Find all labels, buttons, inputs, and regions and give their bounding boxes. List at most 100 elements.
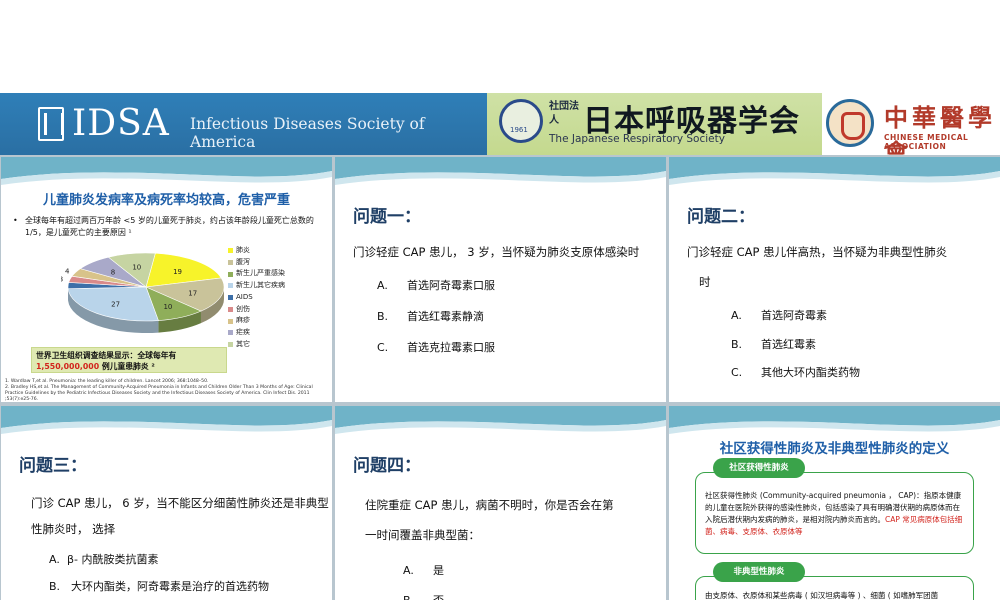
option-letter: A. [403,564,414,577]
question-text-line-2: 一时间覆盖非典型菌： [365,528,480,542]
slide-wave-decoration [335,157,666,185]
slide-title: 儿童肺炎发病率及病死率均较高，危害严重 [42,193,290,208]
question-text-line-1: 门诊 CAP 患儿， 6 岁，当不能区分细菌性肺炎还是非典型 [31,496,329,510]
slide-question-1[interactable]: 问题一： 门诊轻症 CAP 患儿， 3 岁，当怀疑为肺炎支原体感染时 A. 首选阿… [335,157,666,402]
legend-swatch [228,248,233,254]
question-title: 问题二： [687,207,755,227]
pie-data-label-3: 27 [111,300,120,308]
legend-item: 腹泻 [228,257,285,269]
option-text: β- 内酰胺类抗菌素 [67,553,159,566]
slide-grid: 儿童肺炎发病率及病死率均较高，危害严重 全球每年有超过两百万年龄 <5 岁的儿童… [0,155,1000,600]
option-b: B. 首选红霉素静滴 [377,308,484,324]
jrs-english-name: The Japanese Respiratory Society [549,133,725,145]
legend-label: 腹泻 [236,257,250,266]
cma-seal-icon [826,99,874,147]
pie-data-label-5: 3 [61,275,63,283]
question-title: 问题三： [19,456,87,476]
idsa-emblem-icon [38,107,64,141]
idsa-logo-text: IDSA [72,103,170,144]
slide-wave-decoration [335,406,666,434]
jrs-banner: 社団法人 日本呼吸器学会 The Japanese Respiratory So… [487,93,822,155]
option-letter: B. [731,338,743,351]
pie-chart: 19171027334810 [61,252,225,333]
legend-label: 疟疾 [236,327,250,336]
legend-swatch [228,260,233,266]
option-text: 首选红霉素静滴 [407,310,484,323]
legend-item: AIDS [228,292,285,304]
option-letter: B. [49,580,61,593]
option-text: 否 [433,594,444,600]
option-a: A. 是 [403,562,444,578]
atypical-tag: 非典型性肺炎 [713,562,805,582]
option-letter: A. [377,279,388,292]
legend-label: 其它 [236,339,250,348]
pie-data-label-8: 10 [132,263,141,271]
option-text: 大环内酯类，阿奇霉素是治疗的首选药物 [71,580,269,593]
legend-swatch [228,330,233,336]
legend-swatch [228,306,233,312]
option-c: C. 首选克拉霉素口服 [377,339,495,355]
header-banner: IDSA Infectious Diseases Society of Amer… [0,93,1000,167]
slide-wave-decoration [669,157,1000,185]
question-text: 门诊轻症 CAP 患儿， 3 岁，当怀疑为肺炎支原体感染时 [353,245,640,259]
cma-banner: 中華醫學會 CHINESE MEDICAL ASSOCIATION [822,93,1000,167]
legend-item: 创伤 [228,304,285,316]
option-letter: B. [377,310,389,323]
legend-item: 其它 [228,339,285,351]
option-text: 首选克拉霉素口服 [407,341,495,354]
legend-item: 新生儿其它疾病 [228,280,285,292]
slide-title: 社区获得性肺炎及非典型性肺炎的定义 [719,441,950,457]
option-a: A. 首选阿奇霉素口服 [377,277,495,293]
jrs-small-label: 社団法人 [549,101,579,126]
slide-question-3[interactable]: 问题三： 门诊 CAP 患儿， 6 岁，当不能区分细菌性肺炎还是非典型 性肺炎时… [1,406,332,600]
option-b: B. 首选红霉素 [731,336,816,352]
legend-swatch [228,318,233,324]
slide-question-2[interactable]: 问题二： 门诊轻症 CAP 患儿伴高热，当怀疑为非典型性肺炎 时 A. 首选阿奇霉… [669,157,1000,402]
cma-english-name: CHINESE MEDICAL ASSOCIATION [884,133,969,151]
references: 1. Wardlaw T,et al. Pneumonia: the leadi… [5,379,325,402]
question-text-line-2: 时 [699,275,711,289]
pie-data-label-7: 8 [111,269,115,277]
question-text-line-1: 门诊轻症 CAP 患儿伴高热，当怀疑为非典型性肺炎 [687,245,948,259]
legend-item: 肺炎 [228,245,285,257]
option-c: C. 其他大环内酯类药物 [731,364,860,380]
slide-definitions[interactable]: 社区获得性肺炎及非典型性肺炎的定义 社区获得性肺炎 社区获得性肺炎 (Commu… [669,406,1000,600]
option-text: 其他大环内酯类药物 [761,366,860,379]
legend-label: 新生儿严重感染 [236,269,285,278]
option-letter: A. [49,553,60,566]
slide-question-4[interactable]: 问题四： 住院重症 CAP 患儿，病菌不明时，你是否会在第 一时间覆盖非典型菌：… [335,406,666,600]
chart-legend: 肺炎 腹泻 新生儿严重感染 新生儿其它疾病 AIDS 创伤 麻疹 疟疾 其它 [228,245,285,350]
legend-swatch [228,341,233,347]
option-text: 是 [433,564,444,577]
option-text: 首选阿奇霉素 [761,309,827,322]
legend-swatch [228,295,233,301]
legend-item: 新生儿严重感染 [228,268,285,280]
option-a: A. β- 内酰胺类抗菌素 [49,551,159,567]
option-letter: C. [731,366,743,379]
who-suffix: 例儿童患肺炎 ² [99,362,155,371]
legend-item: 疟疾 [228,327,285,339]
screenshot-root: IDSA Infectious Diseases Society of Amer… [0,0,1000,600]
option-b: B. 大环内酯类，阿奇霉素是治疗的首选药物 [49,578,269,594]
option-text: 首选阿奇霉素口服 [407,279,495,292]
jrs-seal-icon [499,99,543,143]
option-b: B.否 [403,592,444,600]
who-prefix: 世界卫生组织调查结果显示：全球每年有 [36,351,177,360]
cap-definition-text: 社区获得性肺炎 (Community-acquired pneumonia ， … [705,490,967,538]
slide-wave-decoration [1,406,332,434]
legend-label: 新生儿其它疾病 [236,281,285,290]
question-title: 问题一： [353,207,421,227]
legend-label: AIDS [236,292,253,301]
pie-data-label-0: 19 [173,268,182,276]
option-a: A. 首选阿奇霉素 [731,307,827,323]
who-stat-box: 世界卫生组织调查结果显示：全球每年有 1,550,000,000 例儿童患肺炎 … [31,347,227,373]
slide-pneumonia-burden[interactable]: 儿童肺炎发病率及病死率均较高，危害严重 全球每年有超过两百万年龄 <5 岁的儿童… [1,157,332,402]
idsa-full-name: Infectious Diseases Society of America [190,115,425,151]
option-letter: C. [377,341,389,354]
reference-2: 2. Bradley HS,et al. The Management of C… [5,385,313,402]
question-text-line-1: 住院重症 CAP 患儿，病菌不明时，你是否会在第 [365,498,614,512]
legend-label: 肺炎 [236,246,250,254]
legend-swatch [228,271,233,277]
cap-tag: 社区获得性肺炎 [713,458,805,478]
option-letter: B. [403,594,433,600]
